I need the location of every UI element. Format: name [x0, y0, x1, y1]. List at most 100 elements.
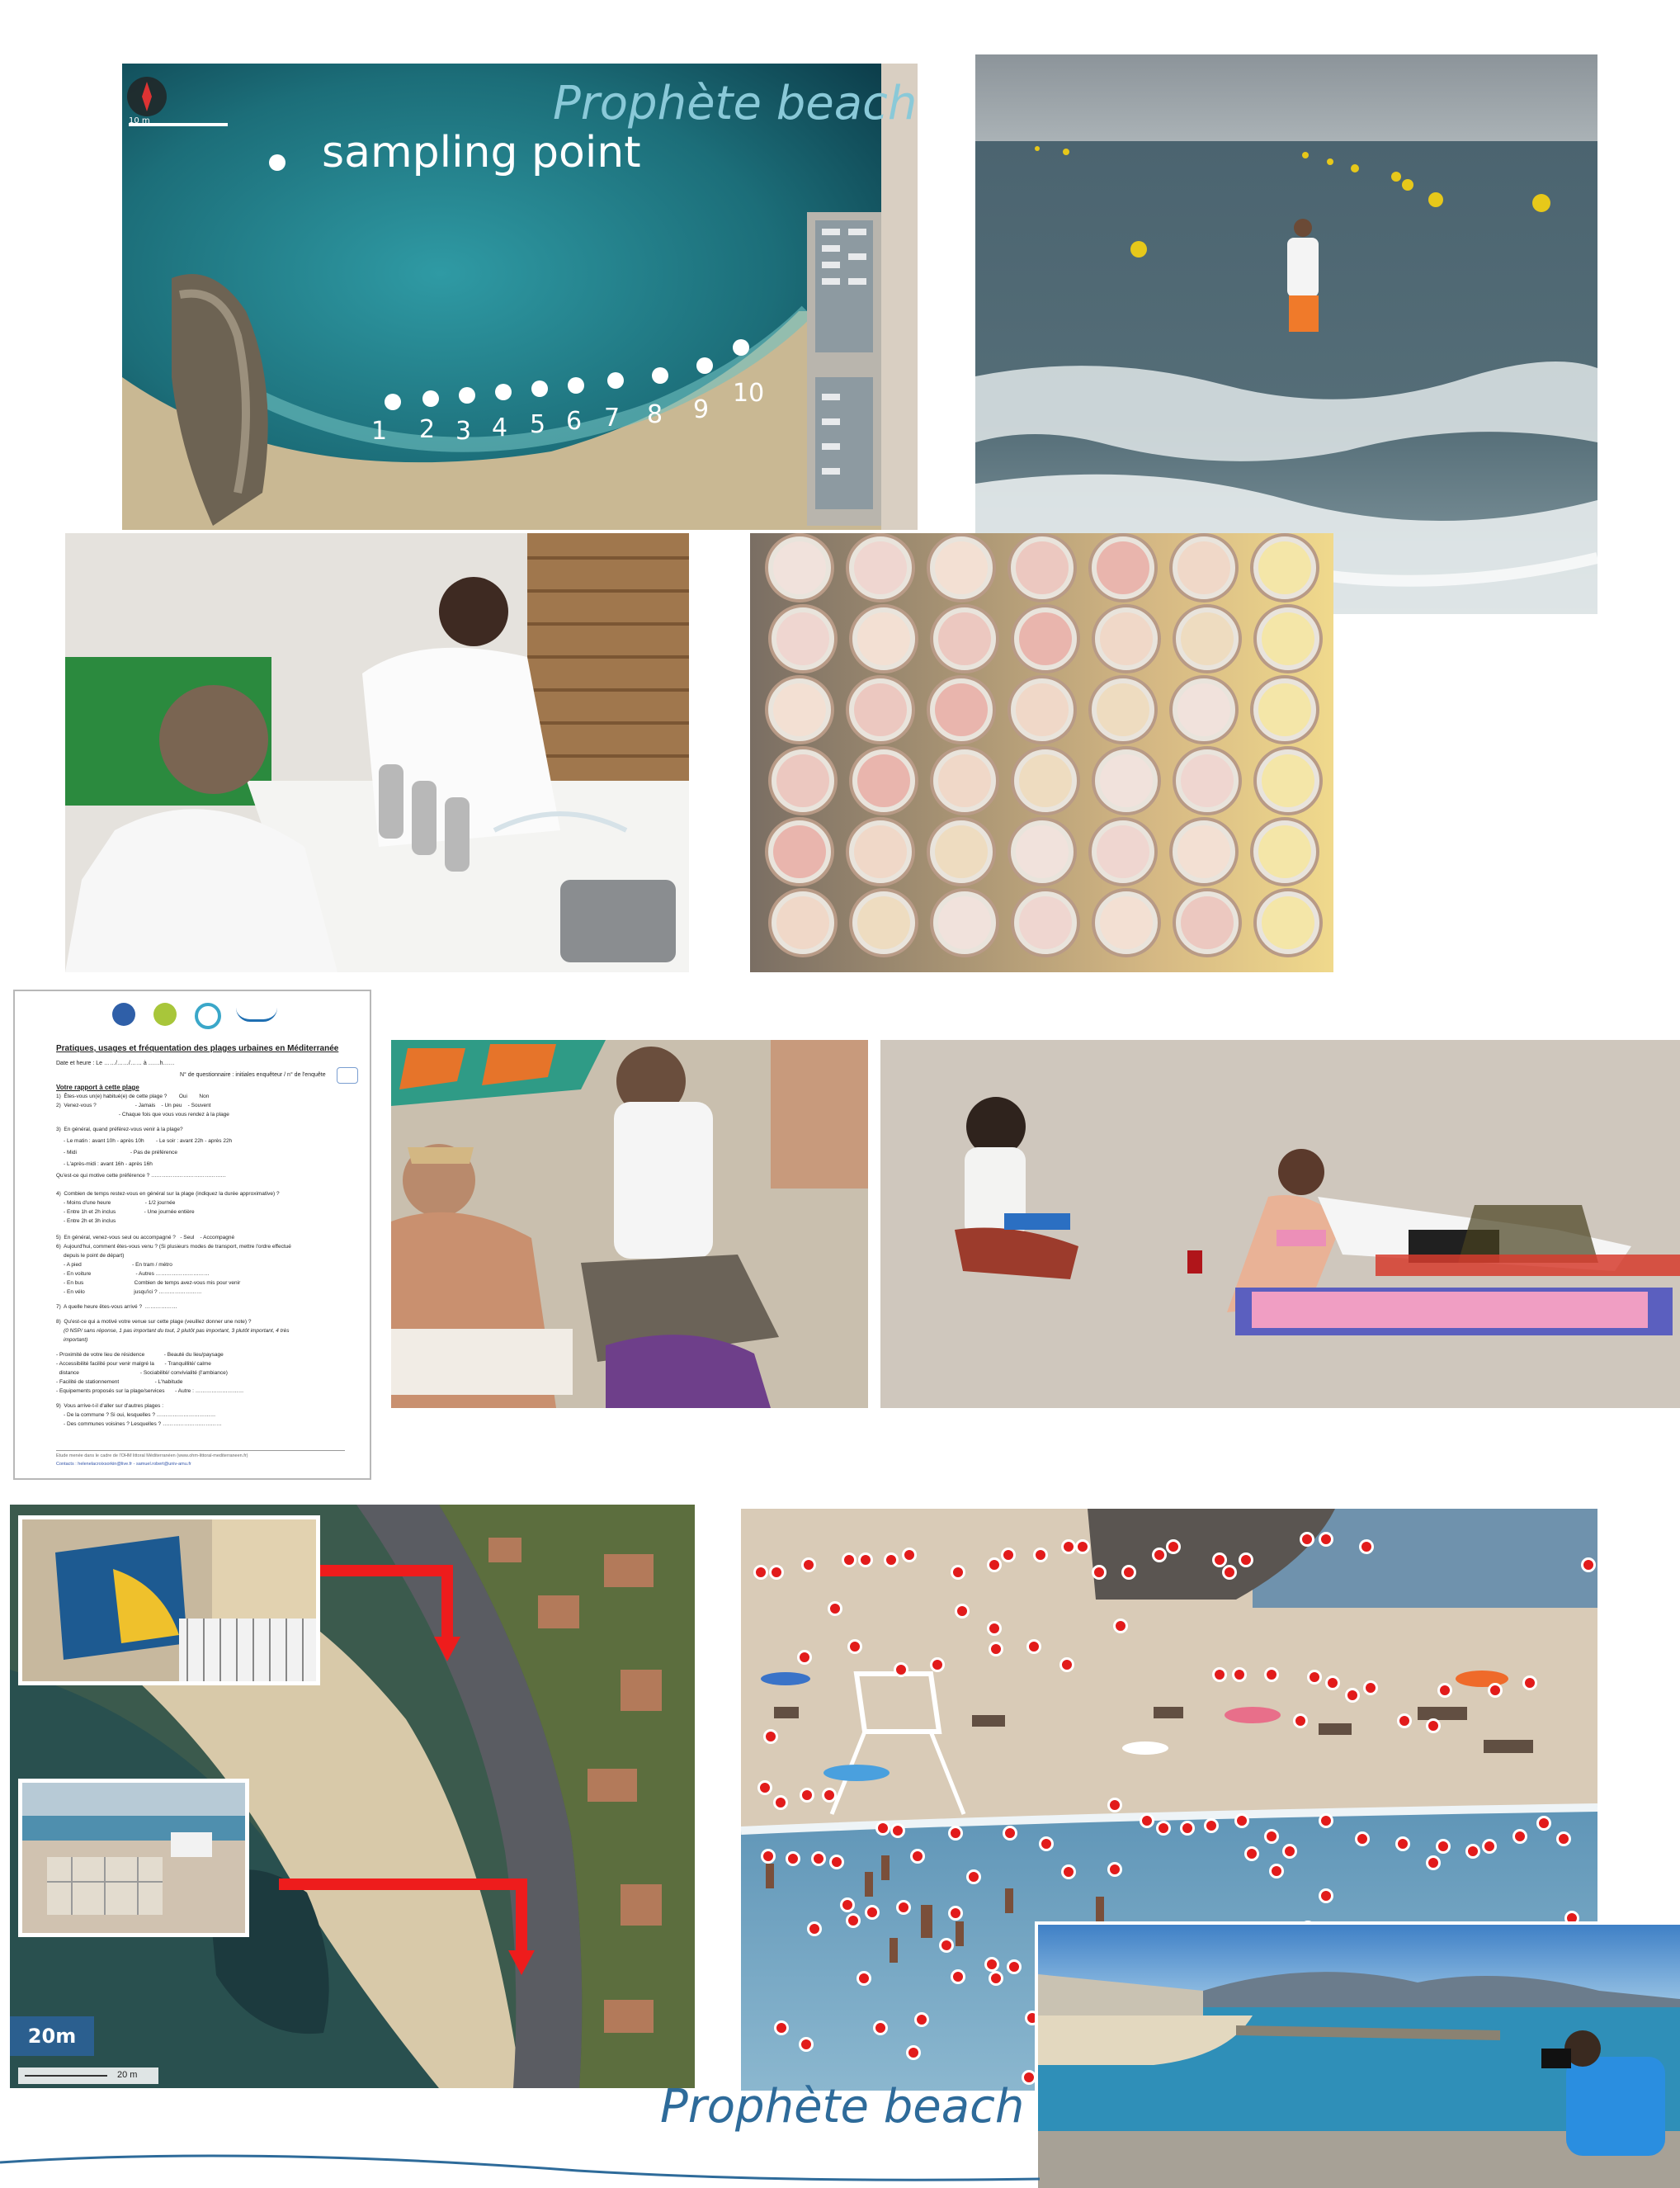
bottom-decor-line — [0, 2154, 1040, 2181]
counted-person-marker — [821, 1787, 837, 1803]
counted-person-marker — [1481, 1838, 1497, 1854]
q-line: - Entre 2h et 3h inclus — [56, 1218, 116, 1224]
questionnaire-number: N° de questionnaire : initiales enquêteu… — [180, 1072, 326, 1078]
counted-person-marker — [1426, 1855, 1441, 1870]
counted-person-marker — [757, 1779, 772, 1795]
counted-person-marker — [954, 1603, 970, 1619]
counted-person-marker — [1269, 1864, 1284, 1878]
q-line: - Facilité de stationnement - L'habitude — [56, 1379, 183, 1385]
counted-person-marker — [914, 2012, 929, 2027]
counted-person-marker — [839, 1897, 855, 1913]
counted-person-marker — [950, 1565, 965, 1581]
petri-dish-medium — [1181, 754, 1234, 807]
petri-dish-medium — [1177, 683, 1230, 736]
legend-sampling-dot — [269, 154, 286, 171]
sampling-point-label-10: 10 — [733, 379, 765, 408]
counted-person-marker — [1355, 1831, 1371, 1846]
sampling-point-label-1: 1 — [371, 417, 388, 446]
petri-dish-medium — [1262, 896, 1314, 949]
number-box — [337, 1067, 358, 1084]
cnrs-logo-icon — [112, 1003, 135, 1026]
petri-dish-medium — [854, 541, 907, 594]
sampling-point-label-9: 9 — [693, 395, 710, 424]
counted-person-marker — [1091, 1565, 1107, 1581]
petri-dish-medium — [1016, 825, 1069, 878]
sampling-point-label-8: 8 — [647, 400, 663, 429]
petri-dish-medium — [1016, 541, 1069, 594]
counted-person-marker — [984, 1956, 1000, 1972]
petri-dish-medium — [1181, 896, 1234, 949]
q-line: 6) Aujourd'hui, comment êtes-vous venu ?… — [56, 1244, 291, 1250]
counted-person-marker — [845, 1912, 861, 1928]
questionnaire-section-title: Votre rapport à cette plage — [56, 1084, 139, 1091]
sampling-point-label-6: 6 — [566, 407, 583, 436]
sampling-point-1 — [385, 394, 401, 410]
petri-dish-medium — [1262, 754, 1314, 807]
petri-dish-medium — [854, 825, 907, 878]
scale-badge: 20m — [10, 2016, 94, 2056]
counted-person-marker — [1345, 1688, 1360, 1703]
lab-filtration-image — [65, 533, 689, 972]
petri-dish-medium — [1177, 825, 1230, 878]
beach-access-map: 20m 20 m — [10, 1505, 695, 2088]
sampling-point-3 — [459, 387, 475, 404]
q-line: - Proximité de votre lieu de résidence -… — [56, 1352, 224, 1358]
questionnaire-footer-1: Etude menée dans le cadre de l'OHM litto… — [56, 1453, 248, 1458]
sampling-point-label-5: 5 — [530, 410, 546, 439]
petri-dish-medium — [938, 896, 991, 949]
counted-person-marker — [1032, 1547, 1048, 1562]
counted-person-marker — [829, 1854, 845, 1869]
counted-person-marker — [857, 1552, 873, 1567]
counted-person-marker — [1300, 1531, 1315, 1547]
petri-dish-medium — [1258, 825, 1311, 878]
petri-dish-medium — [1097, 541, 1149, 594]
aerial-sampling-map: Prophète beach sampling point 10 m 1 2 3… — [122, 64, 918, 530]
inset-photo-bottom — [18, 1779, 249, 1937]
beach-observation-photo — [880, 1040, 1680, 1408]
sea-sampling-image — [975, 54, 1597, 614]
petri-dish-medium — [1262, 612, 1314, 665]
questionnaire-footer-2: Contacts : helenelacroixsorkin@live.fr -… — [56, 1462, 191, 1467]
counted-person-marker — [1000, 1547, 1016, 1562]
petri-dish-medium — [1100, 754, 1153, 807]
counted-person-marker — [774, 2020, 789, 2035]
questionnaire-date: Date et heure : Le ……/……/…… à ……h…… — [56, 1061, 175, 1066]
petri-dish-medium — [776, 754, 829, 807]
bottom-caption: Prophète beach — [660, 2080, 1025, 2134]
scale-bar: 20 m — [18, 2067, 158, 2084]
q-line: - L'après-midi : avant 16h - après 16h — [56, 1161, 153, 1167]
counted-person-marker — [797, 1649, 813, 1665]
counted-person-marker — [1211, 1552, 1227, 1567]
petri-dish-medium — [1097, 825, 1149, 878]
petri-dish-medium — [1258, 541, 1311, 594]
questionnaire-body: 1) Êtes-vous un(e) habitué(e) de cette p… — [56, 1094, 370, 1430]
photographer-image — [1038, 1925, 1680, 2188]
q-line: - Entre 1h et 2h inclus - Une journée en… — [56, 1209, 195, 1215]
petri-dish-medium — [776, 612, 829, 665]
petri-dishes-image — [750, 533, 1333, 972]
counted-person-marker — [873, 2020, 888, 2035]
petri-dish-medium — [1097, 683, 1149, 736]
photographer-photo — [1035, 1921, 1680, 2188]
sampling-point-6 — [568, 377, 584, 394]
counted-person-marker — [1264, 1828, 1280, 1844]
counted-person-marker — [1039, 1836, 1055, 1851]
logo-row — [112, 1001, 294, 1029]
sampling-point-8 — [652, 367, 668, 384]
counted-person-marker — [989, 1971, 1003, 1986]
q-line: important) — [56, 1337, 88, 1343]
petri-dish-medium — [1019, 612, 1072, 665]
beach-interview-photo — [391, 1040, 868, 1408]
petri-dish-medium — [1100, 896, 1153, 949]
petri-dish-medium — [1258, 683, 1311, 736]
counted-person-marker — [950, 1969, 965, 1984]
q-line: distance - Sociabilité/ convivialité (l'… — [56, 1370, 228, 1376]
counted-person-marker — [842, 1552, 857, 1567]
petri-dish-medium — [773, 541, 826, 594]
counted-person-marker — [906, 2045, 921, 2060]
counted-person-marker — [1536, 1816, 1551, 1831]
q-line: 8) Qu'est-ce qui a motivé votre venue su… — [56, 1319, 252, 1325]
legend-sampling-label: sampling point — [322, 128, 641, 177]
counted-person-marker — [1234, 1812, 1249, 1828]
beach-observation-image — [880, 1040, 1680, 1408]
